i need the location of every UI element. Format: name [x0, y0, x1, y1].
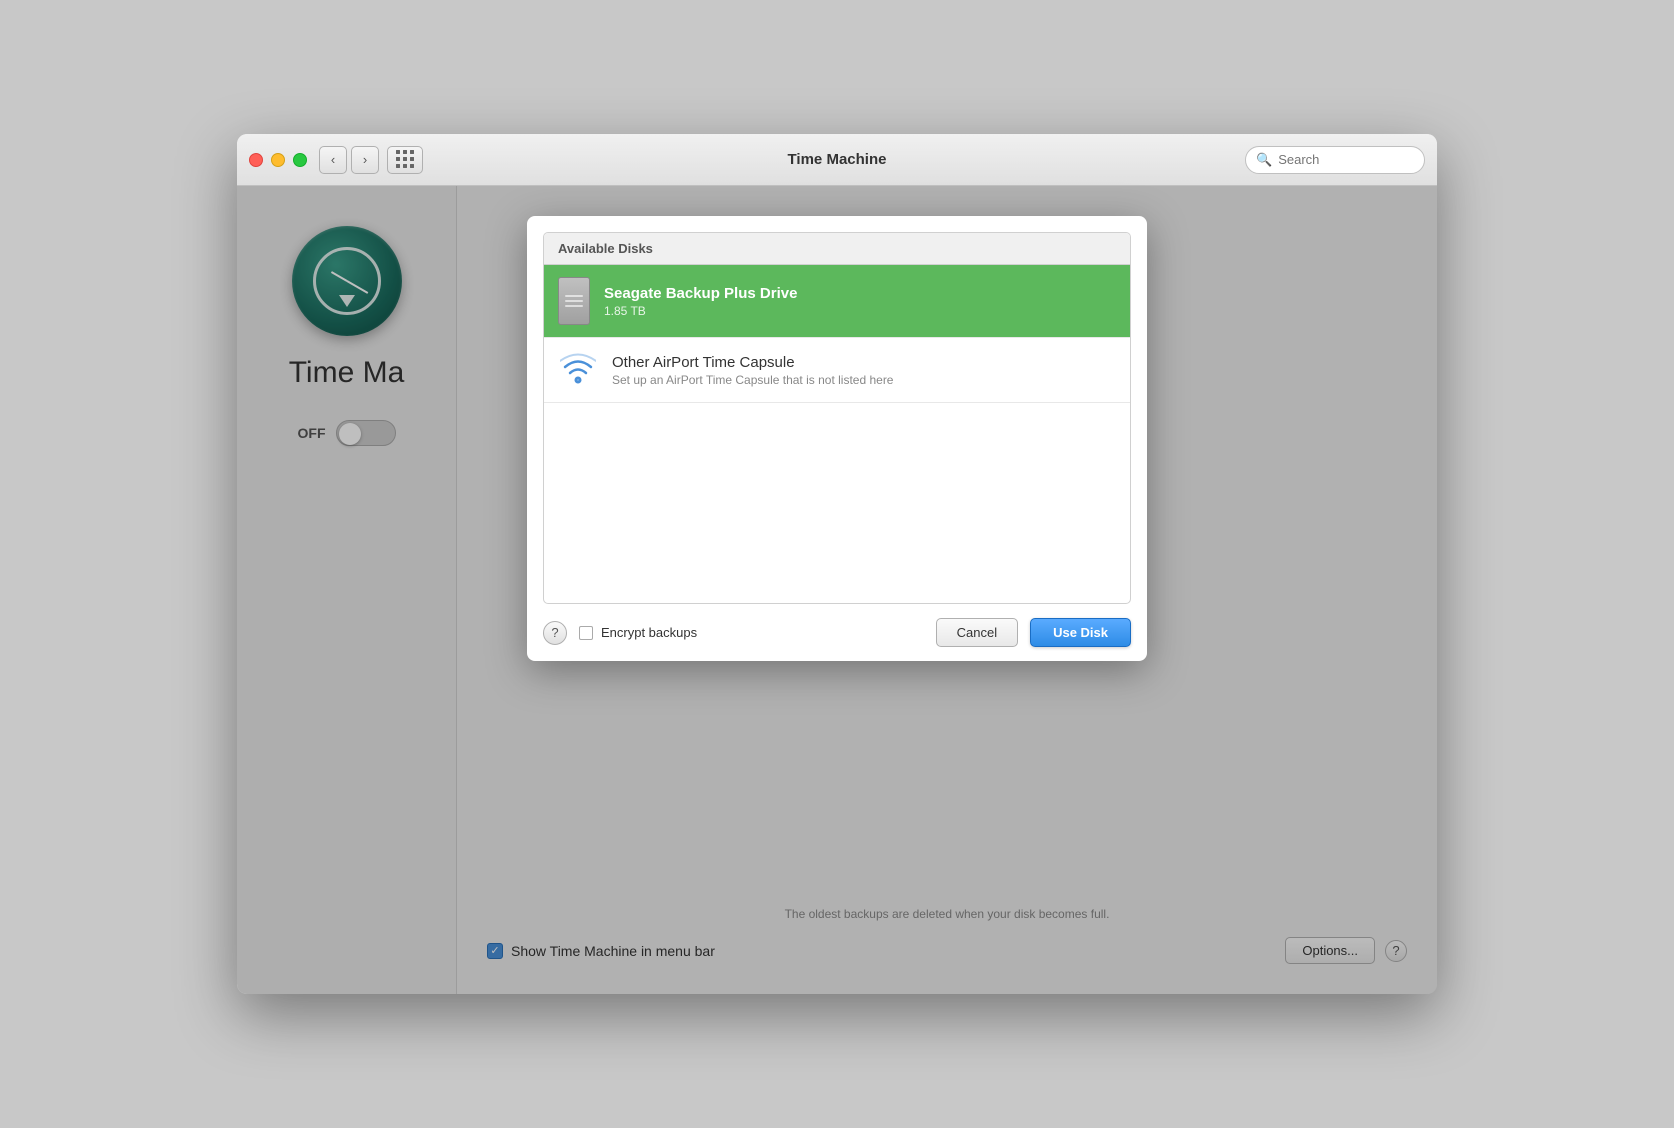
use-disk-button[interactable]: Use Disk — [1030, 618, 1131, 647]
disks-header: Available Disks — [544, 233, 1130, 265]
disk-info-seagate: Seagate Backup Plus Drive 1.85 TB — [604, 285, 1116, 318]
modal-overlay: Available Disks Seagate Backup Plus Driv… — [237, 186, 1437, 994]
encrypt-checkbox[interactable] — [579, 626, 593, 640]
window-title: Time Machine — [788, 151, 887, 168]
window-controls — [249, 153, 307, 167]
maximize-button[interactable] — [293, 153, 307, 167]
disk-name-airport: Other AirPort Time Capsule — [612, 354, 1116, 371]
modal-footer: ? Encrypt backups Cancel Use Disk — [527, 604, 1147, 661]
modal-sheet: Available Disks Seagate Backup Plus Driv… — [527, 216, 1147, 661]
search-icon: 🔍 — [1256, 152, 1272, 168]
disk-item-seagate[interactable]: Seagate Backup Plus Drive 1.85 TB — [544, 265, 1130, 338]
main-window: ‹ › Time Machine 🔍 — [237, 134, 1437, 994]
empty-disk-area — [544, 403, 1130, 603]
minimize-button[interactable] — [271, 153, 285, 167]
encrypt-label: Encrypt backups — [601, 625, 697, 640]
hdd-icon — [558, 277, 590, 325]
back-button[interactable]: ‹ — [319, 146, 347, 174]
encrypt-row: Encrypt backups — [579, 625, 697, 640]
disk-size-seagate: 1.85 TB — [604, 304, 1116, 318]
grid-view-button[interactable] — [387, 146, 423, 174]
grid-icon — [396, 150, 415, 169]
disk-item-airport[interactable]: Other AirPort Time Capsule Set up an Air… — [544, 338, 1130, 403]
close-button[interactable] — [249, 153, 263, 167]
disk-info-airport: Other AirPort Time Capsule Set up an Air… — [612, 354, 1116, 387]
window-content: Time Ma OFF The oldest backups are delet… — [237, 186, 1437, 994]
modal-help-button[interactable]: ? — [543, 621, 567, 645]
nav-buttons: ‹ › — [319, 146, 379, 174]
disks-list: Available Disks Seagate Backup Plus Driv… — [543, 232, 1131, 604]
search-input[interactable] — [1278, 152, 1414, 167]
disk-name-seagate: Seagate Backup Plus Drive — [604, 285, 1116, 302]
title-bar: ‹ › Time Machine 🔍 — [237, 134, 1437, 186]
disk-desc-airport: Set up an AirPort Time Capsule that is n… — [612, 373, 1116, 387]
cancel-button[interactable]: Cancel — [936, 618, 1018, 647]
forward-button[interactable]: › — [351, 146, 379, 174]
search-box[interactable]: 🔍 — [1245, 146, 1425, 174]
wifi-icon — [558, 350, 598, 390]
